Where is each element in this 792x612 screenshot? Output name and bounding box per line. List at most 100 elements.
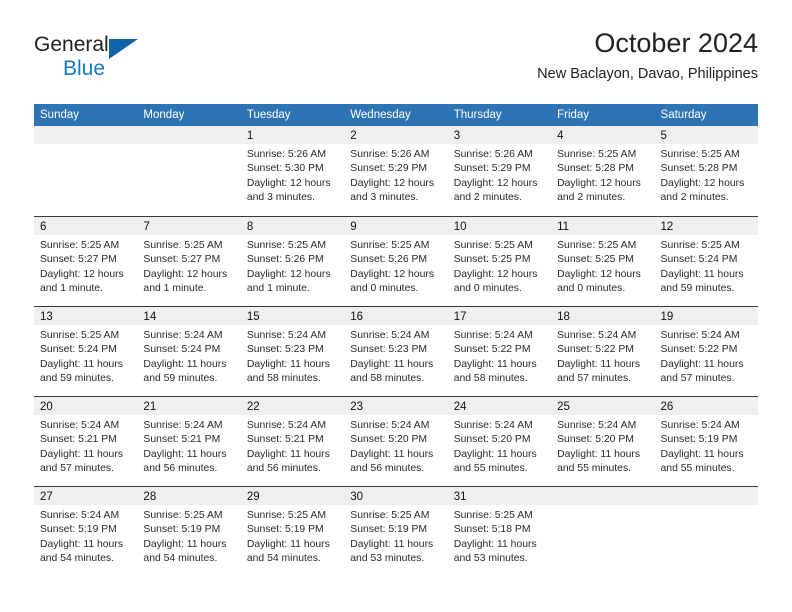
day-detail-line: and 58 minutes. [246, 373, 321, 385]
day-detail-line: Sunrise: 5:24 AM [557, 330, 637, 341]
day-detail-line: Daylight: 11 hours [350, 538, 434, 550]
calendar-day-cell[interactable]: 2 Sunrise: 5:26 AM Sunset: 5:29 PM Daylight… [344, 126, 448, 216]
day-detail-line: and 56 minutes. [246, 463, 321, 475]
calendar-day-cell[interactable]: 22 Sunrise: 5:24 AM Sunset: 5:21 PM Dayligh… [240, 397, 345, 486]
day-detail-line: Daylight: 11 hours [453, 538, 537, 550]
day-detail-line: Sunset: 5:24 PM [143, 344, 221, 356]
calendar-day-cell[interactable]: 27 Sunrise: 5:24 AM Sunset: 5:19 PM Dayligh… [34, 487, 138, 576]
calendar-day-cell[interactable]: 10 Sunrise: 5:25 AM Sunset: 5:25 PM Dayligh… [447, 217, 552, 306]
calendar-day-cell[interactable]: 19 Sunrise: 5:24 AM Sunset: 5:22 PM Dayligh… [654, 307, 758, 396]
day-detail-line: Daylight: 11 hours [557, 358, 641, 370]
day-number-band: 28 [137, 487, 241, 505]
calendar-week-row: 6 Sunrise: 5:25 AM Sunset: 5:27 PM Daylight… [34, 216, 758, 306]
day-detail-line: Sunrise: 5:24 AM [246, 330, 326, 341]
calendar-day-cell[interactable]: 6 Sunrise: 5:25 AM Sunset: 5:27 PM Daylight… [34, 217, 138, 306]
day-details: Sunrise: 5:24 AM Sunset: 5:19 PM Daylight:… [34, 505, 137, 567]
day-number-band: 12 [654, 217, 758, 235]
day-number-band: 24 [447, 397, 552, 415]
calendar-day-cell[interactable]: 8 Sunrise: 5:25 AM Sunset: 5:26 PM Daylight… [240, 217, 345, 306]
day-detail-line: and 57 minutes. [660, 373, 735, 385]
calendar-day-cell[interactable]: 13 Sunrise: 5:25 AM Sunset: 5:24 PM Dayligh… [34, 307, 138, 396]
weekday-header-monday: Monday [143, 109, 185, 121]
day-detail-line: Sunset: 5:19 PM [350, 524, 428, 536]
day-detail-line: Daylight: 12 hours [453, 177, 538, 189]
day-detail-line: and 57 minutes. [557, 373, 632, 385]
day-detail-line: Daylight: 11 hours [453, 358, 537, 370]
day-number-band: 27 [34, 487, 138, 505]
day-detail-line: Sunset: 5:19 PM [40, 524, 117, 536]
calendar-day-cell[interactable]: 15 Sunrise: 5:24 AM Sunset: 5:23 PM Dayligh… [240, 307, 345, 396]
day-details: Sunrise: 5:24 AM Sunset: 5:20 PM Daylight:… [448, 415, 551, 477]
calendar-day-cell[interactable]: 17 Sunrise: 5:24 AM Sunset: 5:22 PM Dayligh… [447, 307, 552, 396]
day-details: Sunrise: 5:24 AM Sunset: 5:21 PM Daylight:… [241, 415, 344, 477]
day-number: 1 [246, 130, 254, 142]
day-number: 31 [453, 491, 467, 503]
calendar-day-cell[interactable]: 16 Sunrise: 5:24 AM Sunset: 5:23 PM Dayligh… [344, 307, 448, 396]
day-detail-line: Sunrise: 5:24 AM [143, 420, 223, 431]
calendar-day-cell[interactable]: 12 Sunrise: 5:25 AM Sunset: 5:24 PM Dayligh… [654, 217, 758, 306]
day-detail-line: Daylight: 12 hours [246, 177, 331, 189]
calendar-day-cell[interactable]: 21 Sunrise: 5:24 AM Sunset: 5:21 PM Dayligh… [137, 397, 241, 486]
day-detail-line: Daylight: 11 hours [660, 358, 744, 370]
day-number-band: 26 [654, 397, 758, 415]
calendar-day-cell[interactable]: 25 Sunrise: 5:24 AM Sunset: 5:20 PM Dayligh… [551, 397, 655, 486]
calendar-day-cell[interactable]: 5 Sunrise: 5:25 AM Sunset: 5:28 PM Daylight… [654, 126, 758, 216]
calendar-day-cell[interactable]: 14 Sunrise: 5:24 AM Sunset: 5:24 PM Dayligh… [137, 307, 241, 396]
day-details: Sunrise: 5:25 AM Sunset: 5:28 PM Daylight:… [655, 144, 758, 206]
day-number: 27 [40, 491, 53, 503]
calendar-day-cell[interactable]: 1 Sunrise: 5:26 AM Sunset: 5:30 PM Daylight… [240, 126, 345, 216]
day-number-band: 13 [34, 307, 138, 325]
day-detail-line: Sunrise: 5:25 AM [453, 510, 533, 521]
day-number-band: 1 [240, 126, 345, 144]
general-blue-logo[interactable]: General Blue [34, 34, 214, 92]
day-details: Sunrise: 5:24 AM Sunset: 5:23 PM Daylight:… [241, 325, 344, 387]
calendar-day-cell[interactable]: 4 Sunrise: 5:25 AM Sunset: 5:28 PM Daylight… [551, 126, 655, 216]
day-details: Sunrise: 5:25 AM Sunset: 5:24 PM Daylight:… [34, 325, 137, 387]
calendar-day-cell[interactable]: 7 Sunrise: 5:25 AM Sunset: 5:27 PM Daylight… [137, 217, 241, 306]
calendar-day-cell[interactable]: 31 Sunrise: 5:25 AM Sunset: 5:18 PM Dayligh… [447, 487, 552, 576]
day-detail-line: Sunset: 5:24 PM [660, 254, 738, 266]
calendar-day-cell[interactable]: 18 Sunrise: 5:24 AM Sunset: 5:22 PM Dayligh… [551, 307, 655, 396]
day-detail-line: Sunrise: 5:25 AM [453, 240, 533, 251]
day-detail-line: Sunset: 5:22 PM [453, 344, 531, 356]
day-detail-line: Daylight: 12 hours [143, 268, 228, 280]
day-detail-line: and 0 minutes. [557, 283, 626, 295]
calendar-day-cell[interactable]: 11 Sunrise: 5:25 AM Sunset: 5:25 PM Dayligh… [551, 217, 655, 306]
day-number: 10 [453, 221, 467, 233]
day-detail-line: Sunrise: 5:25 AM [350, 240, 430, 251]
day-detail-line: Sunrise: 5:26 AM [246, 149, 326, 160]
calendar-day-cell[interactable]: 29 Sunrise: 5:25 AM Sunset: 5:19 PM Dayligh… [240, 487, 345, 576]
day-detail-line: and 1 minute. [40, 283, 103, 295]
day-detail-line: Sunset: 5:21 PM [40, 434, 117, 446]
day-number: 4 [557, 130, 564, 142]
day-details: Sunrise: 5:26 AM Sunset: 5:29 PM Daylight:… [448, 144, 551, 206]
calendar-day-cell[interactable]: 23 Sunrise: 5:24 AM Sunset: 5:20 PM Dayligh… [344, 397, 448, 486]
calendar-day-cell[interactable]: 20 Sunrise: 5:24 AM Sunset: 5:21 PM Dayligh… [34, 397, 138, 486]
calendar-day-cell[interactable]: 24 Sunrise: 5:24 AM Sunset: 5:20 PM Dayligh… [447, 397, 552, 486]
day-number-band [137, 126, 241, 144]
calendar-day-cell[interactable]: 30 Sunrise: 5:25 AM Sunset: 5:19 PM Dayligh… [344, 487, 448, 576]
day-number-band: 8 [240, 217, 345, 235]
weekday-header-friday: Friday [557, 109, 590, 121]
day-number-band: 6 [34, 217, 138, 235]
day-number-band: 23 [344, 397, 448, 415]
day-detail-line: and 56 minutes. [350, 463, 425, 475]
day-number: 7 [143, 221, 150, 233]
day-number-band: 29 [240, 487, 345, 505]
day-detail-line: Sunrise: 5:26 AM [453, 149, 533, 160]
day-detail-line: Sunrise: 5:24 AM [660, 330, 740, 341]
day-detail-line: Sunrise: 5:25 AM [40, 240, 120, 251]
calendar-cell-empty [34, 126, 138, 216]
calendar-day-cell[interactable]: 28 Sunrise: 5:25 AM Sunset: 5:19 PM Dayligh… [137, 487, 241, 576]
weekday-header-thursday: Thursday [453, 109, 502, 121]
day-detail-line: Sunset: 5:29 PM [453, 163, 531, 175]
day-detail-line: Daylight: 12 hours [350, 177, 435, 189]
day-detail-line: and 56 minutes. [143, 463, 218, 475]
calendar-page: General Blue October 2024 New Baclayon, … [0, 0, 792, 612]
calendar-day-cell[interactable]: 9 Sunrise: 5:25 AM Sunset: 5:26 PM Daylight… [344, 217, 448, 306]
day-detail-line: Sunrise: 5:25 AM [246, 240, 326, 251]
day-detail-line: Sunrise: 5:25 AM [557, 149, 637, 160]
calendar-day-cell[interactable]: 26 Sunrise: 5:24 AM Sunset: 5:19 PM Dayligh… [654, 397, 758, 486]
day-detail-line: and 1 minute. [143, 283, 207, 295]
calendar-day-cell[interactable]: 3 Sunrise: 5:26 AM Sunset: 5:29 PM Daylight… [447, 126, 552, 216]
